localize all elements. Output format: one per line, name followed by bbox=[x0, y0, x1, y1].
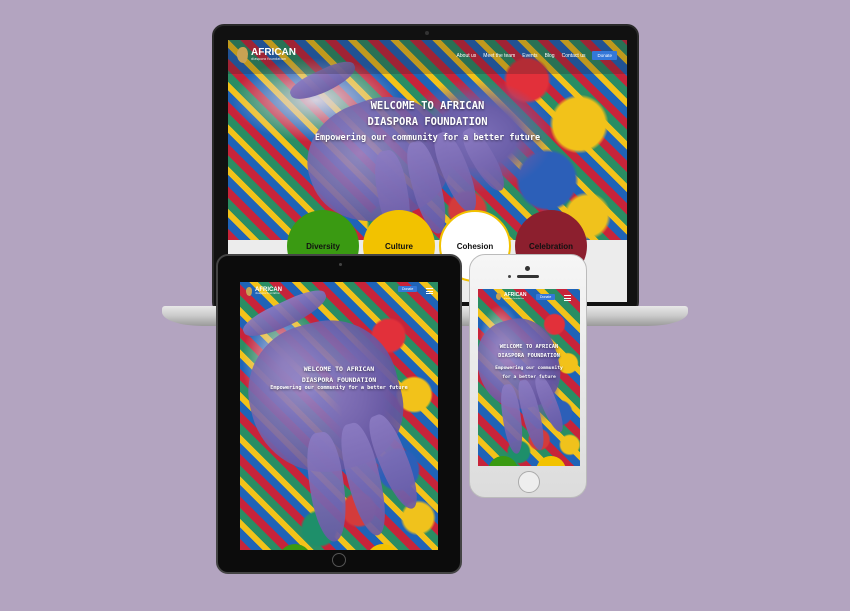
nav-item-team[interactable]: Meet the team bbox=[483, 53, 515, 59]
tablet-home-button[interactable] bbox=[332, 553, 346, 567]
phone-screen: AFRICAN diaspora foundation Donate WELCO… bbox=[478, 289, 580, 466]
tablet-logo-tagline: diaspora foundation bbox=[255, 292, 281, 296]
nav-item-blog[interactable]: Blog bbox=[545, 53, 555, 59]
hero-subtitle: Empowering our community for a better fu… bbox=[314, 133, 541, 143]
logo-tagline: diaspora foundation bbox=[251, 57, 287, 62]
nav-item-about[interactable]: About us bbox=[457, 53, 477, 59]
nav-item-events[interactable]: Events bbox=[522, 53, 537, 59]
phone-hero-subtitle-line1: Empowering our community bbox=[495, 366, 563, 371]
tablet-hero-subtitle: Empowering our community for a better fu… bbox=[270, 385, 408, 391]
hero-title-line1: WELCOME TO AFRICAN bbox=[370, 100, 485, 112]
tablet-device: AFRICAN diaspora foundation Donate WELCO… bbox=[216, 254, 462, 574]
hero-title: WELCOME TO AFRICAN DIASPORA FOUNDATION bbox=[228, 98, 627, 130]
tablet-hero-title: WELCOME TO AFRICAN DIASPORA FOUNDATION bbox=[240, 364, 438, 386]
phone-hero-title: WELCOME TO AFRICAN DIASPORA FOUNDATION bbox=[478, 343, 580, 361]
phone-hero-subtitle: Empowering our community for a better fu… bbox=[478, 364, 580, 382]
tablet-camera bbox=[339, 263, 342, 266]
africa-logo-icon bbox=[237, 47, 248, 63]
tablet-hero-title-line1: WELCOME TO AFRICAN bbox=[303, 365, 375, 373]
tablet-menu: Donate bbox=[398, 286, 418, 292]
phone-logo-tagline: diaspora foundation bbox=[504, 298, 525, 300]
africa-logo-icon bbox=[246, 287, 252, 296]
phone-hero-subtitle-line2: for a better future bbox=[502, 375, 556, 380]
phone-home-button[interactable] bbox=[518, 471, 540, 493]
tablet-logo[interactable]: AFRICAN diaspora foundation bbox=[246, 287, 282, 296]
laptop-camera bbox=[425, 31, 429, 35]
phone-menu: Donate bbox=[536, 294, 556, 300]
phone-donate-button[interactable]: Donate bbox=[536, 294, 556, 300]
circle-label-cohesion: Cohesion bbox=[456, 242, 494, 251]
tablet-hero-photo bbox=[240, 282, 438, 550]
donate-button[interactable]: Donate bbox=[592, 51, 617, 60]
circle-label-culture: Culture bbox=[385, 242, 413, 251]
phone-hero-title-line2: DIASPORA FOUNDATION bbox=[498, 353, 560, 359]
circle-label-diversity: Diversity bbox=[306, 242, 340, 251]
hamburger-menu-icon[interactable] bbox=[426, 288, 433, 294]
phone-sensor bbox=[508, 275, 511, 278]
phone-speaker bbox=[517, 275, 539, 278]
hero-title-line2: DIASPORA FOUNDATION bbox=[367, 116, 488, 128]
nav-menu: About us Meet the team Events Blog Conta… bbox=[457, 51, 617, 60]
circle-label-celebration: Celebration bbox=[528, 242, 573, 251]
site-logo[interactable]: AFRICAN diaspora foundation bbox=[237, 47, 296, 63]
phone-hero-title-line1: WELCOME TO AFRICAN bbox=[499, 344, 559, 350]
phone-logo[interactable]: AFRICAN diaspora foundation bbox=[496, 293, 527, 300]
phone-device: AFRICAN diaspora foundation Donate WELCO… bbox=[469, 254, 587, 498]
hamburger-menu-icon[interactable] bbox=[564, 295, 571, 301]
top-nav: AFRICAN diaspora foundation About us Mee… bbox=[228, 40, 627, 74]
tablet-donate-button[interactable]: Donate bbox=[398, 286, 418, 292]
africa-logo-icon bbox=[496, 293, 501, 300]
phone-camera bbox=[525, 266, 530, 271]
hero-section: AFRICAN diaspora foundation About us Mee… bbox=[228, 40, 627, 240]
tablet-screen: AFRICAN diaspora foundation Donate WELCO… bbox=[240, 282, 438, 550]
nav-item-contact[interactable]: Contact us bbox=[562, 53, 586, 59]
